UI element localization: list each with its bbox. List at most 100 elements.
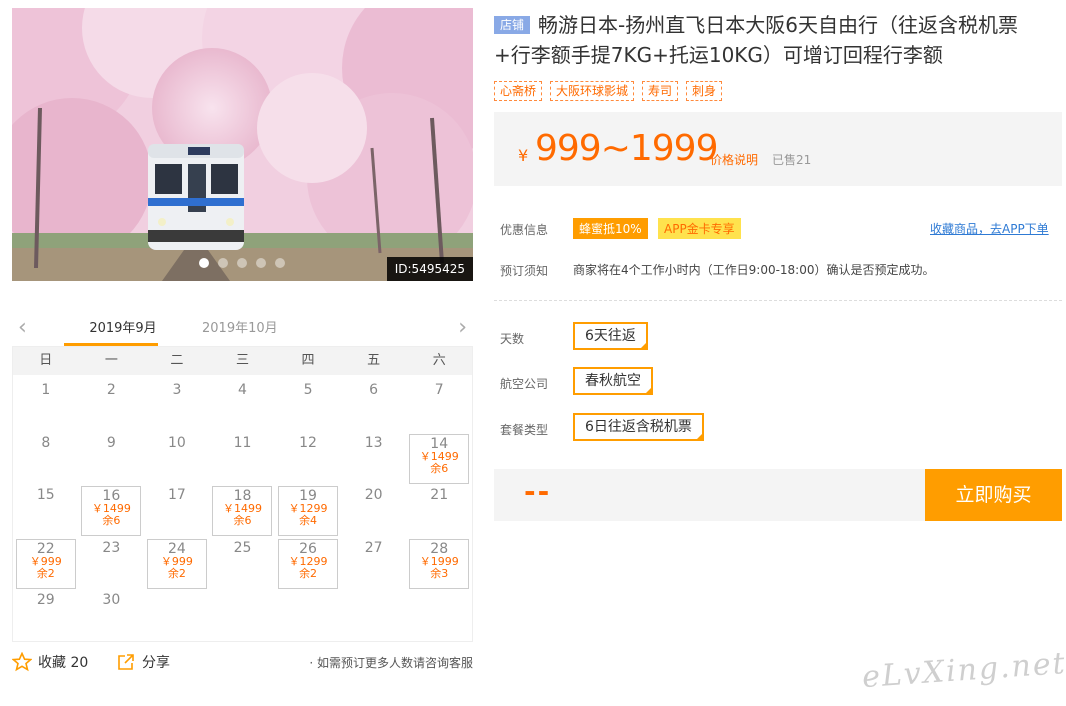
favorite-app-link[interactable]: 收藏商品，去APP下单 bbox=[930, 220, 1049, 237]
calendar-day-available[interactable]: 26 ￥1299 余2 bbox=[275, 535, 341, 589]
calendar-day: 29 bbox=[13, 587, 79, 640]
price-box: ¥ 999~1999 价格说明 已售21 bbox=[494, 112, 1062, 186]
calendar-day-box: 6 bbox=[344, 381, 404, 431]
chevron-right-icon[interactable]: › bbox=[458, 315, 467, 340]
calendar-day-number: 3 bbox=[172, 382, 182, 398]
cherry-blossom-train-image bbox=[12, 8, 473, 281]
calendar-day-number: 22 bbox=[36, 540, 55, 557]
calendar-day-number: 16 bbox=[102, 488, 121, 504]
favorite-button[interactable]: 收藏 20 bbox=[12, 652, 88, 672]
weekday-label: 五 bbox=[367, 353, 381, 368]
carousel-dot[interactable] bbox=[237, 258, 247, 268]
calendar-day-price: ￥1999 bbox=[419, 554, 459, 568]
calendar-day-number: 19 bbox=[299, 488, 317, 504]
option-package-selected[interactable]: 6日往返含税机票 ✔ bbox=[573, 413, 704, 441]
calendar-day-stock: 余2 bbox=[167, 566, 186, 580]
calendar-day-box: 5 bbox=[278, 381, 338, 431]
product-tag[interactable]: 大阪环球影城 bbox=[550, 81, 635, 101]
calendar-day: 12 bbox=[275, 430, 341, 483]
calendar-day-box: 21 bbox=[409, 486, 469, 536]
option-days-value: 6天往返 bbox=[585, 328, 636, 344]
product-photo[interactable]: ID:5495425 bbox=[12, 8, 473, 281]
promo-label: 优惠信息 bbox=[500, 223, 549, 237]
calendar-day-number: 4 bbox=[238, 382, 247, 398]
carousel-dot[interactable] bbox=[275, 258, 285, 268]
calendar-day-stock: 余6 bbox=[430, 461, 449, 475]
calendar-day-available[interactable]: 19 ￥1299 余4 bbox=[275, 482, 341, 536]
month-tab-next[interactable]: 2019年10月 bbox=[202, 317, 278, 336]
calendar-day-box: 3 bbox=[147, 381, 207, 431]
calendar-day-number: 20 bbox=[364, 487, 383, 503]
price-range: 999~1999 bbox=[535, 128, 718, 169]
carousel-dot[interactable] bbox=[199, 258, 209, 268]
option-package-value: 6日往返含税机票 bbox=[585, 419, 692, 435]
option-airline-value: 春秋航空 bbox=[585, 373, 641, 389]
option-days-selected[interactable]: 6天往返 ✔ bbox=[573, 322, 648, 350]
calendar-day-number: 23 bbox=[102, 539, 121, 556]
option-label-days: 天数 bbox=[500, 332, 525, 346]
buy-now-button[interactable]: 立即购买 bbox=[925, 469, 1062, 521]
calendar-day-number: 14 bbox=[430, 435, 449, 452]
calendar-day-box[interactable]: 24 ￥999 余2 bbox=[146, 538, 207, 589]
calendar-day-box[interactable]: 16 ￥1499 余6 bbox=[81, 486, 142, 536]
weekday-label: 二 bbox=[170, 353, 184, 368]
product-tag[interactable]: 心斋桥 bbox=[494, 81, 543, 101]
option-label-package: 套餐类型 bbox=[500, 423, 549, 437]
calendar-day-number: 28 bbox=[430, 540, 449, 557]
calendar-day-box[interactable]: 26 ￥1299 余2 bbox=[278, 538, 339, 589]
calendar-day-available[interactable]: 14 ￥1499 余6 bbox=[406, 430, 472, 484]
sold-count: 已售21 bbox=[772, 153, 812, 167]
calendar-day: 20 bbox=[341, 482, 407, 535]
calendar-days: 1 2 3 4 5 6 7 8 9 10 11 12 13 14 ￥1499 余6 15 16 ￥1499 余6 17 1… bbox=[13, 375, 472, 640]
price-explanation-link[interactable]: 价格说明 bbox=[710, 151, 758, 168]
calendar-day-box: 11 bbox=[212, 434, 272, 484]
calendar-day-number: 17 bbox=[168, 487, 186, 503]
calendar-day: 27 bbox=[341, 535, 407, 588]
product-title: 店铺 畅游日本-扬州直飞日本大阪6天自由行（往返含税机票+行李额手提7KG+托运1… bbox=[494, 10, 1054, 70]
calendar-day-box[interactable]: 22 ￥999 余2 bbox=[15, 538, 76, 589]
calendar-day-available[interactable]: 28 ￥1999 余3 bbox=[406, 535, 472, 589]
product-tag[interactable]: 寿司 bbox=[642, 81, 679, 101]
calendar-day-number: 26 bbox=[299, 540, 317, 557]
selected-price-placeholder: -- bbox=[524, 475, 552, 508]
action-bar: 收藏 20 分享 · 如需预订更多人数请咨询客服 bbox=[12, 652, 473, 674]
carousel-dot[interactable] bbox=[256, 258, 266, 268]
chevron-left-icon[interactable]: ‹ bbox=[18, 315, 27, 340]
calendar-day-stock: 余3 bbox=[430, 566, 449, 580]
share-button[interactable]: 分享 bbox=[116, 652, 170, 672]
option-airline-selected[interactable]: 春秋航空 ✔ bbox=[573, 367, 653, 395]
calendar-day-box[interactable]: 14 ￥1499 余6 bbox=[409, 433, 470, 484]
calendar-day-number: 13 bbox=[364, 434, 383, 451]
check-icon: ✔ bbox=[697, 429, 703, 437]
calendar-day: 1 bbox=[13, 377, 79, 430]
calendar-day-number: 18 bbox=[233, 488, 252, 504]
calendar-day-number: 9 bbox=[106, 434, 116, 451]
calendar-day-available[interactable]: 22 ￥999 余2 bbox=[13, 535, 79, 589]
calendar-day: 9 bbox=[79, 430, 145, 483]
calendar-day-available[interactable]: 16 ￥1499 余6 bbox=[79, 482, 145, 536]
month-tab-current[interactable]: 2019年9月 bbox=[76, 317, 170, 336]
app-gold-card-badge[interactable]: APP金卡专享 bbox=[658, 218, 741, 239]
product-title-text: 畅游日本-扬州直飞日本大阪6天自由行（往返含税机票+行李额手提7KG+托运10K… bbox=[494, 13, 1018, 67]
product-tag[interactable]: 刺身 bbox=[686, 81, 723, 101]
shop-badge[interactable]: 店铺 bbox=[494, 16, 531, 34]
calendar-day-number: 29 bbox=[36, 592, 55, 608]
calendar-day-box[interactable]: 19 ￥1299 余4 bbox=[278, 486, 339, 536]
calendar-day-available[interactable]: 18 ￥1499 余6 bbox=[210, 482, 276, 536]
calendar-day-box[interactable]: 28 ￥1999 余3 bbox=[409, 538, 470, 589]
calendar-day-available[interactable]: 24 ￥999 余2 bbox=[144, 535, 210, 589]
calendar-day: 11 bbox=[210, 430, 276, 483]
carousel-dot[interactable] bbox=[218, 258, 228, 268]
calendar-day-number: 24 bbox=[168, 540, 186, 557]
calendar-day-number: 12 bbox=[299, 434, 317, 451]
weekday-label: 四 bbox=[301, 353, 315, 368]
check-icon: ✔ bbox=[641, 338, 647, 346]
weekday-label: 日 bbox=[39, 353, 53, 368]
calendar-day-box: 1 bbox=[16, 381, 76, 431]
calendar-day-box: 17 bbox=[147, 486, 207, 536]
calendar-day-box: 13 bbox=[344, 434, 404, 484]
calendar-day-number: 10 bbox=[168, 434, 186, 451]
weekday-label: 一 bbox=[104, 353, 118, 368]
calendar-day-box[interactable]: 18 ￥1499 余6 bbox=[212, 486, 273, 536]
honey-discount-badge[interactable]: 蜂蜜抵10% bbox=[573, 218, 648, 239]
